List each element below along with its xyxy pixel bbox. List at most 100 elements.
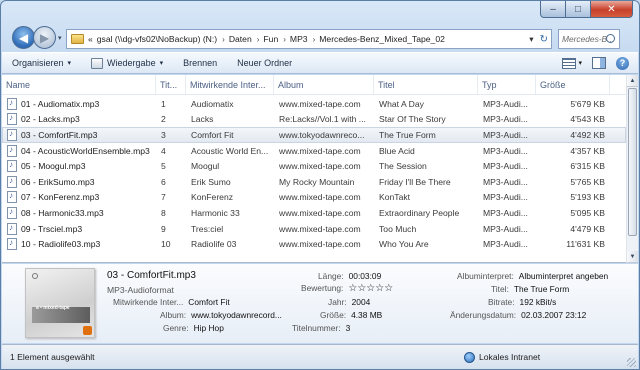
file-row[interactable]: 02 - Lacks.mp3 2 Lacks Re:Lacks//Vol.1 with… xyxy=(2,112,626,128)
track-number-cell: 10 xyxy=(161,239,171,250)
column-header-size[interactable]: Größe xyxy=(536,75,610,94)
resize-grip[interactable] xyxy=(627,358,636,367)
track-number-cell: 9 xyxy=(161,223,166,234)
column-header-name[interactable]: Name xyxy=(2,75,156,94)
field-value[interactable]: 3 xyxy=(346,323,351,333)
overflow-chevron[interactable]: « xyxy=(88,34,93,44)
file-row[interactable]: 08 - Harmonic33.mp3 8 Harmonic 33 www.mixed… xyxy=(2,205,626,221)
column-header-title[interactable]: Titel xyxy=(374,75,478,94)
breadcrumb-separator[interactable]: › xyxy=(283,35,286,44)
title-cell: What A Day xyxy=(379,98,424,109)
field-label: Änderungsdatum: xyxy=(450,310,517,320)
chevron-down-icon: ▾ xyxy=(67,60,72,67)
organize-button[interactable]: Organisieren ▾ xyxy=(2,53,81,73)
recent-pages-dropdown[interactable]: ▾ xyxy=(58,34,62,42)
maximize-button[interactable]: □ xyxy=(566,1,591,18)
forward-button[interactable]: ▶ xyxy=(33,26,56,49)
breadcrumb-daten[interactable]: Daten xyxy=(229,34,252,44)
file-name-text: 06 - ErikSumo.mp3 xyxy=(21,176,95,187)
close-button[interactable]: ✕ xyxy=(591,1,633,18)
file-row[interactable]: 01 - Audiomatix.mp3 1 Audiomatix www.mixed-… xyxy=(2,96,626,112)
contributing-artist-cell: Erik Sumo xyxy=(191,176,231,187)
file-row[interactable]: 03 - ComfortFit.mp3 3 Comfort Fit www.tokyo… xyxy=(2,127,626,143)
help-icon[interactable]: ? xyxy=(616,56,629,70)
mp3-file-icon xyxy=(7,222,17,235)
file-row[interactable]: 05 - Moogul.mp3 5 Moogul www.mixed-tape.com… xyxy=(2,158,626,174)
burn-button[interactable]: Brennen xyxy=(173,53,227,73)
scroll-up-arrow-icon[interactable]: ▲ xyxy=(627,75,638,87)
breadcrumb-mp3[interactable]: MP3 xyxy=(290,34,308,44)
file-row[interactable]: 09 - Trsciel.mp3 9 Tres:ciel www.mixed-tape… xyxy=(2,221,626,237)
breadcrumb-current-folder[interactable]: Mercedes-Benz_Mixed_Tape_02 xyxy=(319,34,445,44)
new-folder-button[interactable]: Neuer Ordner xyxy=(227,53,302,73)
file-row[interactable]: 10 - Radiolife03.mp3 10 Radiolife 03 www.mi… xyxy=(2,236,626,252)
breadcrumb-separator[interactable]: › xyxy=(313,35,316,44)
column-header-type[interactable]: Typ xyxy=(478,75,536,94)
field-value[interactable]: Comfort Fit xyxy=(188,297,229,307)
album-cell: www.mixed-tape.com xyxy=(279,192,361,203)
field-label: Titelnummer: xyxy=(292,323,341,333)
preview-pane-icon[interactable] xyxy=(592,57,606,69)
file-name-cell: 03 - ComfortFit.mp3 xyxy=(3,128,157,141)
field-label: Jahr: xyxy=(328,297,347,307)
status-bar: 1 Element ausgewählt Lokales Intranet xyxy=(2,344,638,369)
field-value[interactable]: Albuminterpret angeben xyxy=(519,271,608,281)
scroll-down-arrow-icon[interactable]: ▼ xyxy=(627,251,638,263)
details-bitrate: Bitrate: 192 kBit/s xyxy=(488,297,556,307)
organize-label: Organisieren xyxy=(12,58,64,68)
file-name-cell: 09 - Trsciel.mp3 xyxy=(3,222,157,235)
rating-stars-icon[interactable]: ☆☆☆☆☆ xyxy=(348,283,393,294)
details-title: Titel: The True Form xyxy=(491,284,569,294)
file-row[interactable]: 04 - AcousticWorldEnsemble.mp3 4 Acoustic … xyxy=(2,143,626,159)
column-headers: Name Tit... Mitwirkende Inter... Album T… xyxy=(2,75,626,95)
title-cell: Blue Acid xyxy=(379,145,415,156)
file-size-cell: 5'193 KB xyxy=(570,192,605,203)
breadcrumb-fun[interactable]: Fun xyxy=(263,34,278,44)
field-label: Albuminterpret: xyxy=(457,271,514,281)
column-header-album[interactable]: Album xyxy=(274,75,374,94)
file-row[interactable]: 06 - ErikSumo.mp3 6 Erik Sumo My Rocky Moun… xyxy=(2,174,626,190)
field-value[interactable]: Hip Hop xyxy=(194,323,224,333)
track-number-cell: 6 xyxy=(161,176,166,187)
breadcrumb-separator[interactable]: › xyxy=(222,35,225,44)
column-header-contributing-artists[interactable]: Mitwirkende Inter... xyxy=(186,75,274,94)
minimize-button[interactable]: – xyxy=(540,1,566,18)
chevron-down-icon[interactable]: ▾ xyxy=(578,59,582,67)
details-pane: a • mixed-tape 03 - ComfortFit.mp3 MP3-A… xyxy=(2,264,638,343)
column-header-track[interactable]: Tit... xyxy=(156,75,186,94)
file-size-cell: 6'315 KB xyxy=(570,161,605,172)
field-value: 192 kBit/s xyxy=(519,297,557,307)
file-name-text: 07 - KonFerenz.mp3 xyxy=(21,192,100,203)
details-file-format: MP3-Audioformat xyxy=(107,285,174,295)
mercedes-logo-icon xyxy=(32,273,38,279)
vertical-scrollbar[interactable]: ▲ ▼ xyxy=(626,75,638,263)
search-input[interactable]: Mercedes-B... xyxy=(558,29,620,49)
back-button[interactable]: ◀ xyxy=(12,26,35,49)
search-icon[interactable] xyxy=(606,34,615,43)
field-value[interactable]: 2004 xyxy=(352,297,371,307)
view-options-icon[interactable] xyxy=(562,57,577,69)
album-cell: My Rocky Mountain xyxy=(279,176,355,187)
file-row[interactable]: 07 - KonFerenz.mp3 7 KonFerenz www.mixed-ta… xyxy=(2,190,626,206)
album-cell: Re:Lacks//Vol.1 with ... xyxy=(279,114,366,125)
field-value[interactable]: www.tokyodawnrecord... xyxy=(191,310,282,320)
breadcrumb-drive[interactable]: gsal (\\dg-vfs02\NoBackup) (N:) xyxy=(97,34,217,44)
file-name-cell: 08 - Harmonic33.mp3 xyxy=(3,206,157,219)
mp3-file-icon xyxy=(7,191,17,204)
address-bar[interactable]: « gsal (\\dg-vfs02\NoBackup) (N:) › Daten… xyxy=(66,29,552,49)
playback-button[interactable]: Wiedergabe ▾ xyxy=(81,53,173,73)
details-contributing-artists: Mitwirkende Inter... Comfort Fit xyxy=(113,297,230,307)
selection-count: 1 Element ausgewählt xyxy=(10,352,95,362)
file-type-cell: MP3-Audi... xyxy=(483,192,528,203)
field-value[interactable]: The True Form xyxy=(514,284,569,294)
file-size-cell: 5'679 KB xyxy=(570,98,605,109)
scrollbar-thumb[interactable] xyxy=(628,88,637,236)
breadcrumb-separator[interactable]: › xyxy=(257,35,260,44)
details-track-number: Titelnummer: 3 xyxy=(292,323,350,333)
address-dropdown-arrow[interactable]: ▾ xyxy=(529,34,533,45)
refresh-icon[interactable]: ↻ xyxy=(540,34,548,45)
field-label: Genre: xyxy=(163,323,189,333)
track-number-cell: 7 xyxy=(161,192,166,203)
title-cell: Friday I'll Be There xyxy=(379,176,451,187)
security-zone: Lokales Intranet xyxy=(464,351,540,363)
